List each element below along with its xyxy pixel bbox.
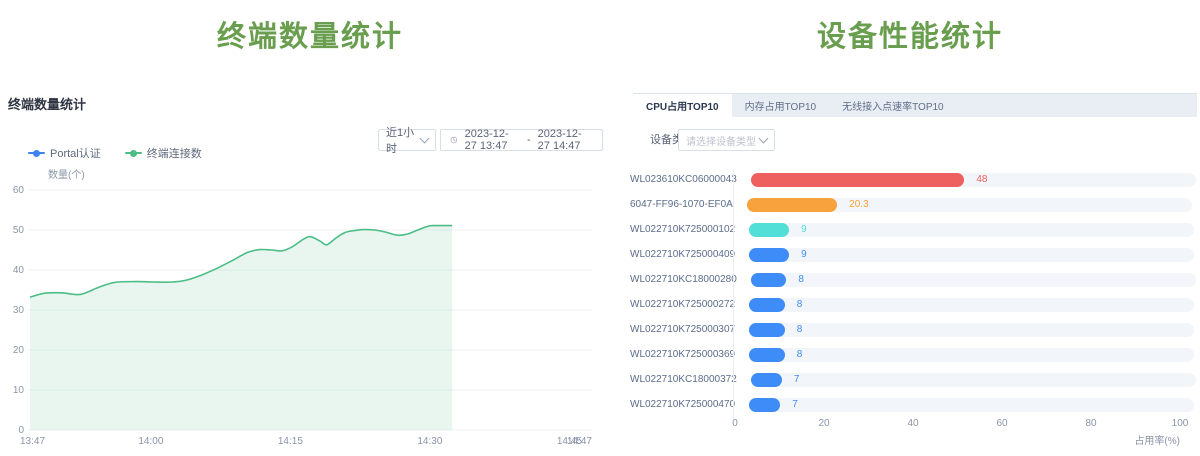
bar-value-label: 48 [976,173,987,187]
bar-value-label: 7 [794,373,800,387]
line-chart: 010203040506013:4714:0014:1514:3014:4514… [0,0,620,456]
bar-fill [747,198,837,212]
tab-1[interactable]: 内存占用TOP10 [732,94,830,117]
bar-category-label: WL022710K725000409 [630,249,742,260]
bar-category-label: WL022710K725000369 [630,349,742,360]
bar-fill [751,373,782,387]
bar-track: 8 [751,273,1196,287]
bar-track: 9 [749,223,1194,237]
bar-row: WL022710K725000470 7 [630,392,1196,417]
svg-text:10: 10 [13,385,25,396]
tab-bar: CPU占用TOP10内存占用TOP10无线接入点速率TOP10 [633,93,1197,117]
bar-row: WL022710K725000272 8 [630,292,1196,317]
bar-axis-line [733,169,734,419]
bar-fill [749,248,789,262]
tab-0[interactable]: CPU占用TOP10 [633,94,732,117]
bar-fill [749,398,780,412]
bar-fill [749,323,785,337]
bar-row: WL022710K725000307 8 [630,317,1196,342]
bar-track: 8 [749,298,1194,312]
bar-value-label: 9 [801,223,807,237]
tab-2[interactable]: 无线接入点速率TOP10 [829,94,957,117]
bar-track: 48 [751,173,1196,187]
bar-track: 8 [749,323,1194,337]
bar-axis-label: 占用率(%) [735,432,1180,447]
bar-fill [749,348,785,362]
bar-track: 9 [749,248,1194,262]
bar-axis-tick: 80 [1085,418,1096,429]
bar-axis-tick: 20 [818,418,829,429]
bar-axis-tick: 40 [907,418,918,429]
svg-text:14:47: 14:47 [567,436,592,447]
svg-text:60: 60 [13,185,25,196]
bar-row: WL022710KC18000372 7 [630,367,1196,392]
bar-value-label: 8 [797,323,803,337]
bar-rows: WL023610KC06000043 48 6047-FF96-1070-EF0A 2… [630,167,1196,417]
bar-category-label: WL022710K725000307 [630,324,742,335]
bar-category-label: WL023610KC06000043 [630,174,744,185]
bar-category-label: WL022710K725000102 [630,224,742,235]
bar-category-label: WL022710KC18000372 [630,374,744,385]
bar-track: 7 [749,398,1194,412]
bar-category-label: WL022710KC18000280 [630,274,744,285]
svg-text:14:30: 14:30 [417,436,442,447]
bar-fill [751,273,787,287]
bar-row: 6047-FF96-1070-EF0A 20.3 [630,192,1196,217]
bar-axis-tick: 60 [996,418,1007,429]
bar-axis-tick: 0 [732,418,738,429]
svg-text:50: 50 [13,225,25,236]
bar-row: WL022710K725000102 9 [630,217,1196,242]
bar-fill [749,223,789,237]
bar-value-label: 9 [801,248,807,262]
svg-text:13:47: 13:47 [20,436,45,447]
bar-axis: 020406080100 [735,417,1180,430]
chevron-down-icon [759,134,769,144]
bar-row: WL022710KC18000280 8 [630,267,1196,292]
bar-value-label: 8 [798,273,804,287]
svg-text:30: 30 [13,305,25,316]
bar-category-label: WL022710K725000470 [630,399,742,410]
svg-text:14:00: 14:00 [138,436,163,447]
bar-value-label: 8 [797,298,803,312]
bar-axis-tick: 100 [1172,418,1189,429]
bar-value-label: 7 [792,398,798,412]
bar-track: 20.3 [747,198,1192,212]
svg-text:40: 40 [13,265,25,276]
bar-fill [751,173,965,187]
svg-text:14:15: 14:15 [278,436,303,447]
bar-chart: WL023610KC06000043 48 6047-FF96-1070-EF0A 2… [630,167,1196,447]
device-type-select[interactable]: 请选择设备类型 [678,129,775,151]
bar-value-label: 20.3 [849,198,868,212]
svg-text:0: 0 [18,425,24,436]
bar-fill [749,298,785,312]
bar-category-label: WL022710K725000272 [630,299,742,310]
bar-row: WL022710K725000369 8 [630,342,1196,367]
dashboard: 终端数量统计 终端数量统计 近1小时 2023-12-27 13:47 - 20… [0,0,1200,456]
svg-text:20: 20 [13,345,25,356]
bar-row: WL022710K725000409 9 [630,242,1196,267]
bar-track: 7 [751,373,1196,387]
bar-row: WL023610KC06000043 48 [630,167,1196,192]
device-type-placeholder: 请选择设备类型 [686,133,756,148]
bar-category-label: 6047-FF96-1070-EF0A [630,199,740,210]
bar-track: 8 [749,348,1194,362]
bar-value-label: 8 [797,348,803,362]
right-big-title: 设备性能统计 [630,13,1190,55]
